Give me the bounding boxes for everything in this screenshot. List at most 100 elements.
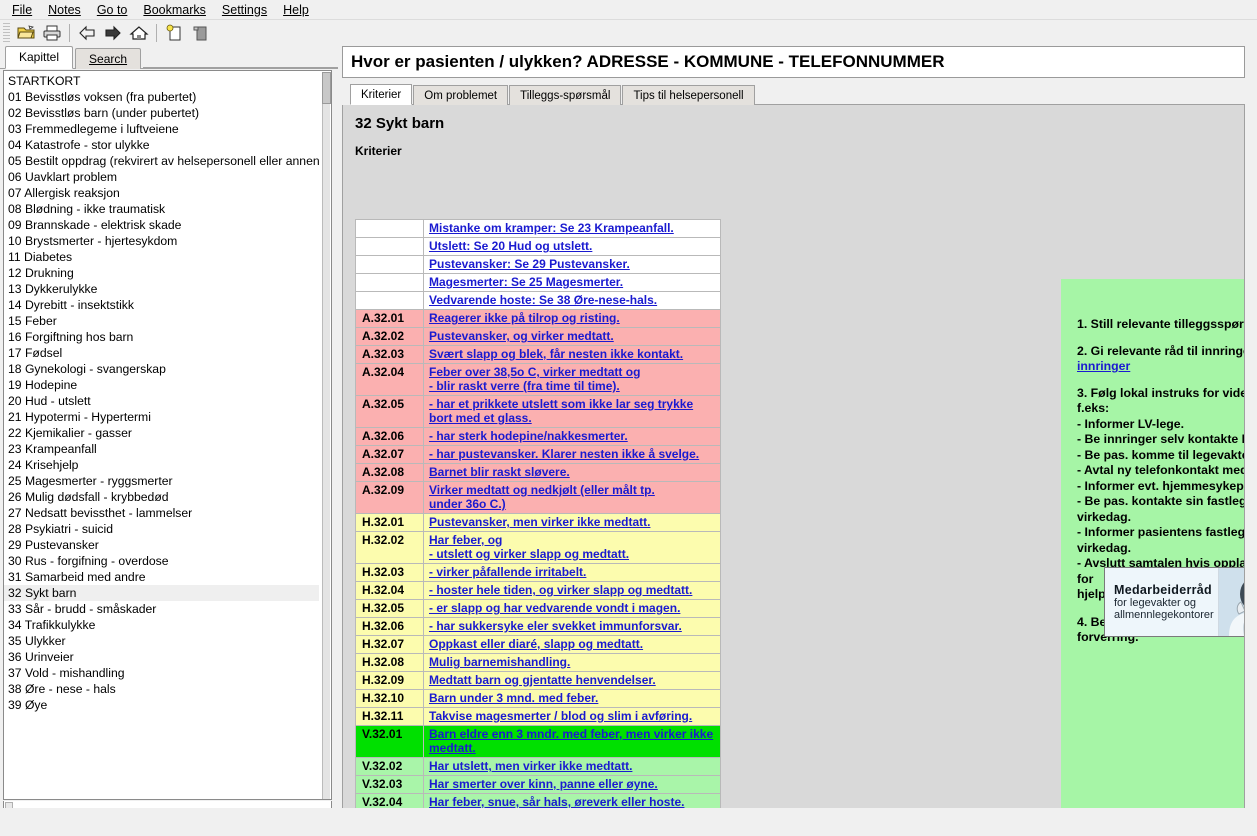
- chapter-list-item[interactable]: 35 Ulykker: [4, 633, 331, 649]
- chapter-list-item[interactable]: 04 Katastrofe - stor ulykke: [4, 137, 331, 153]
- criteria-link[interactable]: Barn under 3 mnd. med feber.: [429, 691, 598, 705]
- criteria-link[interactable]: Svært slapp og blek, får nesten ikke kon…: [429, 347, 683, 361]
- home-icon[interactable]: [126, 21, 152, 45]
- chapter-list-item[interactable]: 24 Krisehjelp: [4, 457, 331, 473]
- criteria-link[interactable]: - hoster hele tiden, og virker slapp og …: [429, 583, 692, 597]
- criteria-link[interactable]: Virker medtatt og nedkjølt (eller målt t…: [429, 483, 655, 511]
- chapter-list-item[interactable]: 19 Hodepine: [4, 377, 331, 393]
- chapter-list[interactable]: STARTKORT 01 Bevisstløs voksen (fra puber…: [3, 70, 332, 800]
- criteria-row[interactable]: Pustevansker: Se 29 Pustevansker.: [355, 255, 721, 274]
- criteria-link[interactable]: Magesmerter: Se 25 Magesmerter.: [429, 275, 623, 289]
- chapter-list-item[interactable]: 01 Bevisstløs voksen (fra pubertet): [4, 89, 331, 105]
- criteria-link[interactable]: Medtatt barn og gjentatte henvendelser.: [429, 673, 656, 687]
- chapter-list-item[interactable]: 34 Trafikkulykke: [4, 617, 331, 633]
- menu-item-file[interactable]: File: [4, 1, 40, 19]
- chapter-list-item[interactable]: 29 Pustevansker: [4, 537, 331, 553]
- chapter-list-item[interactable]: 03 Fremmedlegeme i luftveiene: [4, 121, 331, 137]
- criteria-link[interactable]: Har feber, snue, sår hals, øreverk eller…: [429, 795, 684, 809]
- chapter-list-item[interactable]: 30 Rus - forgifning - overdose: [4, 553, 331, 569]
- chapter-list-item[interactable]: 22 Kjemikalier - gasser: [4, 425, 331, 441]
- criteria-link[interactable]: Pustevansker, men virker ikke medtatt.: [429, 515, 650, 529]
- chapter-list-item[interactable]: 31 Samarbeid med andre: [4, 569, 331, 585]
- criteria-link[interactable]: Feber over 38,5o C, virker medtatt og - …: [429, 365, 640, 393]
- back-arrow-icon[interactable]: [74, 21, 100, 45]
- criteria-row[interactable]: A.32.09 Virker medtatt og nedkjølt (eller…: [355, 481, 721, 514]
- criteria-row[interactable]: V.32.01 Barn eldre enn 3 mndr. med feber,…: [355, 725, 721, 758]
- criteria-row[interactable]: H.32.04 - hoster hele tiden, og virker sl…: [355, 581, 721, 600]
- chapter-list-item[interactable]: 20 Hud - utslett: [4, 393, 331, 409]
- new-note-icon[interactable]: [161, 21, 187, 45]
- criteria-row[interactable]: Utslett: Se 20 Hud og utslett.: [355, 237, 721, 256]
- criteria-row[interactable]: H.32.01 Pustevansker, men virker ikke med…: [355, 513, 721, 532]
- criteria-link[interactable]: - er slapp og har vedvarende vondt i mag…: [429, 601, 680, 615]
- criteria-row[interactable]: H.32.11 Takvise magesmerter / blod og sli…: [355, 707, 721, 726]
- criteria-link[interactable]: - har pustevansker. Klarer nesten ikke å…: [429, 447, 699, 461]
- criteria-row[interactable]: H.32.10 Barn under 3 mnd. med feber.: [355, 689, 721, 708]
- tab-tilleggs-sporsmal[interactable]: Tilleggs-spørsmål: [509, 85, 622, 105]
- criteria-link[interactable]: Pustevansker, og virker medtatt.: [429, 329, 614, 343]
- chapter-list-item[interactable]: STARTKORT: [4, 73, 331, 89]
- chapter-list-item[interactable]: 05 Bestilt oppdrag (rekvirert av helsepe…: [4, 153, 331, 169]
- criteria-row[interactable]: Vedvarende hoste: Se 38 Øre-nese-hals.: [355, 291, 721, 310]
- criteria-link[interactable]: - har et prikkete utslett som ikke lar s…: [429, 397, 693, 425]
- scroll-track-lower[interactable]: [322, 104, 330, 799]
- chapter-list-vertical-scrollbar[interactable]: [319, 71, 331, 799]
- chapter-list-item[interactable]: 13 Dykkerulykke: [4, 281, 331, 297]
- chapter-list-item[interactable]: 12 Drukning: [4, 265, 331, 281]
- tab-kriterier[interactable]: Kriterier: [350, 84, 413, 105]
- chapter-list-item[interactable]: 18 Gynekologi - svangerskap: [4, 361, 331, 377]
- menu-item-settings[interactable]: Settings: [214, 1, 275, 19]
- criteria-row[interactable]: H.32.08 Mulig barnemishandling.: [355, 653, 721, 672]
- chapter-list-item[interactable]: 32 Sykt barn: [4, 585, 331, 601]
- chapter-list-item[interactable]: 27 Nedsatt bevissthet - lammelser: [4, 505, 331, 521]
- criteria-row[interactable]: V.32.02 Har utslett, men virker ikke medt…: [355, 757, 721, 776]
- criteria-row[interactable]: Mistanke om kramper: Se 23 Krampeanfall.: [355, 219, 721, 238]
- forward-arrow-icon[interactable]: [100, 21, 126, 45]
- criteria-row[interactable]: H.32.02 Har feber, og - utslett og virker…: [355, 531, 721, 564]
- chapter-list-item[interactable]: 16 Forgiftning hos barn: [4, 329, 331, 345]
- chapter-list-item[interactable]: 06 Uavklart problem: [4, 169, 331, 185]
- sidebar-tab-search[interactable]: Search: [75, 48, 142, 69]
- scroll-thumb[interactable]: [322, 72, 331, 104]
- tab-tips-til-helsepersonell[interactable]: Tips til helsepersonell: [622, 85, 755, 105]
- criteria-link[interactable]: Barn eldre enn 3 mndr. med feber, men vi…: [429, 727, 713, 755]
- criteria-link[interactable]: Har utslett, men virker ikke medtatt.: [429, 759, 632, 773]
- chapter-list-item[interactable]: 09 Brannskade - elektrisk skade: [4, 217, 331, 233]
- chapter-list-item[interactable]: 07 Allergisk reaksjon: [4, 185, 331, 201]
- criteria-link[interactable]: Utslett: Se 20 Hud og utslett.: [429, 239, 592, 253]
- criteria-row[interactable]: A.32.03 Svært slapp og blek, får nesten i…: [355, 345, 721, 364]
- chapter-list-item[interactable]: 38 Øre - nese - hals: [4, 681, 331, 697]
- criteria-row[interactable]: A.32.08 Barnet blir raskt sløvere.: [355, 463, 721, 482]
- delete-note-icon[interactable]: [187, 21, 213, 45]
- chapter-list-item[interactable]: 33 Sår - brudd - småskader: [4, 601, 331, 617]
- criteria-link[interactable]: Mulig barnemishandling.: [429, 655, 570, 669]
- menu-item-bookmarks[interactable]: Bookmarks: [135, 1, 214, 19]
- criteria-link[interactable]: Oppkast eller diaré, slapp og medtatt.: [429, 637, 643, 651]
- criteria-link[interactable]: Mistanke om kramper: Se 23 Krampeanfall.: [429, 221, 674, 235]
- criteria-row[interactable]: Magesmerter: Se 25 Magesmerter.: [355, 273, 721, 292]
- criteria-row[interactable]: V.32.03 Har smerter over kinn, panne elle…: [355, 775, 721, 794]
- criteria-row[interactable]: A.32.06 - har sterk hodepine/nakkesmerter…: [355, 427, 721, 446]
- open-folder-icon[interactable]: [13, 21, 39, 45]
- criteria-row[interactable]: A.32.01 Reagerer ikke på tilrop og ristin…: [355, 309, 721, 328]
- chapter-list-item[interactable]: 08 Blødning - ikke traumatisk: [4, 201, 331, 217]
- toolbar-grip[interactable]: [3, 23, 10, 43]
- chapter-list-item[interactable]: 15 Feber: [4, 313, 331, 329]
- chapter-list-item[interactable]: 21 Hypotermi - Hypertermi: [4, 409, 331, 425]
- chapter-list-item[interactable]: 39 Øye: [4, 697, 331, 713]
- criteria-link[interactable]: Pustevansker: Se 29 Pustevansker.: [429, 257, 630, 271]
- criteria-link[interactable]: Har smerter over kinn, panne eller øyne.: [429, 777, 658, 791]
- medarbeiderrad-promo-card[interactable]: Medarbeiderråd for legevakter og allmenn…: [1104, 567, 1244, 637]
- criteria-link[interactable]: Barnet blir raskt sløvere.: [429, 465, 570, 479]
- criteria-row[interactable]: H.32.03 - virker påfallende irritabelt.: [355, 563, 721, 582]
- chapter-list-item[interactable]: 23 Krampeanfall: [4, 441, 331, 457]
- criteria-row[interactable]: A.32.05- har et prikkete utslett som ikk…: [355, 395, 721, 428]
- chapter-list-item[interactable]: 14 Dyrebitt - insektstikk: [4, 297, 331, 313]
- criteria-link[interactable]: - har sukkersyke eler svekket immunforsv…: [429, 619, 682, 633]
- criteria-row[interactable]: H.32.07 Oppkast eller diaré, slapp og med…: [355, 635, 721, 654]
- chapter-list-item[interactable]: 36 Urinveier: [4, 649, 331, 665]
- menu-item-goto[interactable]: Go to: [89, 1, 136, 19]
- criteria-row[interactable]: H.32.09 Medtatt barn og gjentatte henvend…: [355, 671, 721, 690]
- criteria-row[interactable]: A.32.04 Feber over 38,5o C, virker medtat…: [355, 363, 721, 396]
- criteria-link[interactable]: Reagerer ikke på tilrop og risting.: [429, 311, 620, 325]
